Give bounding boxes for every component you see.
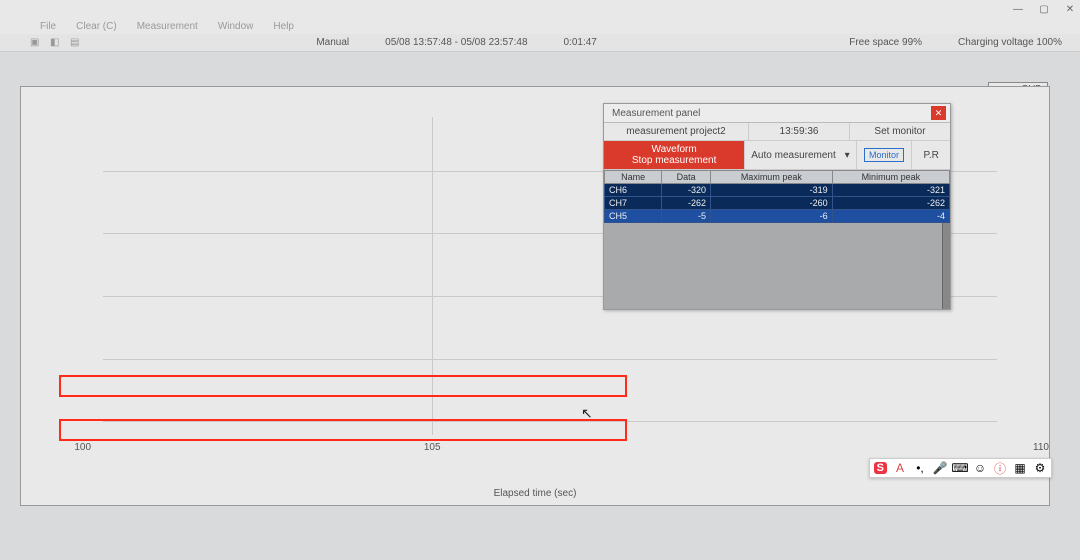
x-axis-label: Elapsed time (sec) [494, 488, 577, 499]
menu-window[interactable]: Window [218, 21, 254, 32]
statusbar: ▣ ◧ ▤ Manual 05/08 13:57:48 - 05/08 23:5… [0, 34, 1080, 52]
table-row[interactable]: CH5-5-6-4 [605, 210, 950, 223]
ime-tray[interactable]: S A •, 🎤 ⌨ ☺ ⓘ ▦ ⚙ [869, 458, 1052, 478]
panel-title: Measurement panel [612, 108, 700, 119]
grid-icon[interactable]: ▦ [1013, 461, 1027, 475]
toolbar-icons: ▣ ◧ ▤ [0, 37, 82, 49]
mouse-cursor-icon: ↖ [581, 405, 593, 422]
menu-clear[interactable]: Clear (C) [76, 21, 117, 32]
table-row[interactable]: CH6-320-319-321 [605, 184, 950, 197]
mic-icon[interactable]: 🎤 [933, 461, 947, 475]
tool-icon-3[interactable]: ▤ [70, 37, 82, 49]
col-minpeak[interactable]: Minimum peak [832, 171, 949, 184]
table-row[interactable]: CH7-262-260-262 [605, 197, 950, 210]
keyboard-icon[interactable]: ⌨ [953, 461, 967, 475]
content-area: Settings CH5 ↖ 100 105 110 Elapsed time … [0, 52, 1080, 560]
col-maxpeak[interactable]: Maximum peak [711, 171, 833, 184]
status-free-space: Free space 99% [831, 37, 940, 48]
annotation-rect-1 [59, 375, 627, 397]
letter-a-icon[interactable]: A [893, 461, 907, 475]
auto-measurement-dropdown[interactable]: Auto measurement ▾ [745, 141, 856, 169]
minimize-icon[interactable]: — [1012, 3, 1024, 15]
maximize-icon[interactable]: ▢ [1038, 3, 1050, 15]
panel-clock: 13:59:36 [749, 123, 850, 140]
annotation-rect-2 [59, 419, 627, 441]
menu-measurement[interactable]: Measurement [137, 21, 198, 32]
x-tick-0: 100 [74, 442, 91, 453]
vertical-scrollbar[interactable] [942, 223, 950, 309]
panel-titlebar[interactable]: Measurement panel ✕ [604, 104, 950, 123]
status-mode: Manual [298, 37, 367, 48]
status-elapsed: 0:01:47 [546, 37, 615, 48]
window-controls: — ▢ ✕ [1012, 3, 1076, 15]
measurement-table[interactable]: Name Data Maximum peak Minimum peak CH6-… [604, 170, 950, 223]
close-icon[interactable]: ✕ [1064, 3, 1076, 15]
menubar: File Clear (C) Measurement Window Help [0, 18, 1080, 34]
measurement-panel[interactable]: Measurement panel ✕ measurement project2… [603, 103, 951, 310]
table-empty-area [604, 223, 950, 309]
monitor-button[interactable]: Monitor [864, 148, 904, 162]
tool-icon-1[interactable]: ▣ [30, 37, 42, 49]
x-tick-2: 110 [1033, 442, 1049, 453]
col-name[interactable]: Name [605, 171, 662, 184]
panel-project-name: measurement project2 [604, 123, 749, 140]
tool-icon-2[interactable]: ◧ [50, 37, 62, 49]
col-data[interactable]: Data [662, 171, 711, 184]
menu-help[interactable]: Help [273, 21, 294, 32]
stop-measurement-button[interactable]: Waveform Stop measurement [604, 141, 745, 169]
sogou-icon[interactable]: S [874, 462, 887, 474]
status-charging: Charging voltage 100% [940, 37, 1080, 48]
robot-icon[interactable]: ⓘ [993, 461, 1007, 475]
window-titlebar: — ▢ ✕ [0, 0, 1080, 18]
waveform-label: Waveform [652, 144, 697, 155]
x-tick-1: 105 [424, 442, 441, 453]
menu-file[interactable]: File [40, 21, 56, 32]
stop-label: Stop measurement [632, 155, 717, 166]
punct-icon[interactable]: •, [913, 461, 927, 475]
status-time-range: 05/08 13:57:48 - 05/08 23:57:48 [367, 37, 545, 48]
panel-close-icon[interactable]: ✕ [931, 106, 946, 120]
gear-icon[interactable]: ⚙ [1033, 461, 1047, 475]
chevron-down-icon: ▾ [845, 150, 850, 161]
pr-button[interactable]: P.R [912, 141, 950, 169]
auto-measurement-label: Auto measurement [751, 150, 836, 161]
set-monitor-button[interactable]: Set monitor [850, 123, 950, 140]
emoji-icon[interactable]: ☺ [973, 461, 987, 475]
